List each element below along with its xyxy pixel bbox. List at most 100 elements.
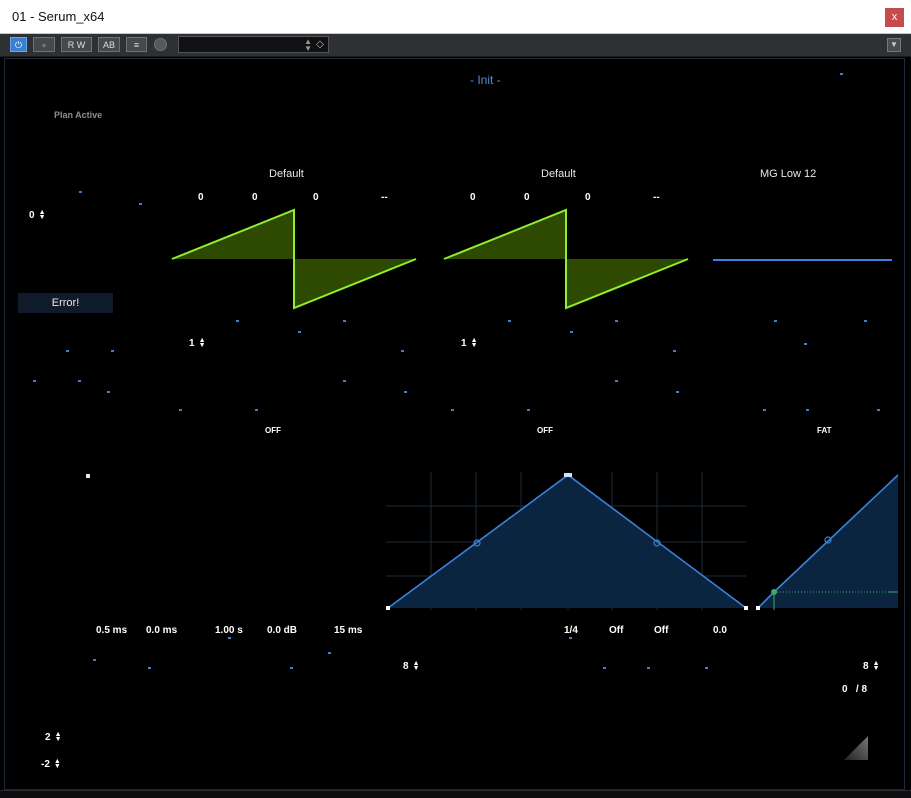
left-spinner-value: 0 xyxy=(29,210,35,221)
spinner-arrows-icon[interactable]: ▲ ▼ xyxy=(413,660,420,672)
close-button[interactable]: x xyxy=(885,8,904,27)
resize-grip-icon[interactable] xyxy=(843,735,869,761)
osc-b-warp-mode[interactable]: OFF xyxy=(537,426,553,435)
env-handle[interactable] xyxy=(86,474,90,478)
knob-indicator[interactable] xyxy=(877,409,880,411)
knob-indicator[interactable] xyxy=(840,73,843,75)
pitch-down-spinner[interactable]: -2 ▲ ▼ xyxy=(41,758,61,770)
osc-b-param-4[interactable]: -- xyxy=(653,192,660,203)
preset-field[interactable]: ▲ ▼ ◇ xyxy=(178,36,329,53)
knob-indicator[interactable] xyxy=(508,320,511,322)
pitch-up-value: 2 xyxy=(45,732,51,743)
knob-indicator[interactable] xyxy=(228,637,231,639)
knob-indicator[interactable] xyxy=(527,409,530,411)
knob-indicator[interactable] xyxy=(255,409,258,411)
host-menu-button[interactable]: ▼ xyxy=(887,38,901,52)
knob-indicator[interactable] xyxy=(774,320,777,322)
lfo-shape-display[interactable] xyxy=(386,472,748,612)
lfo-delay-value[interactable]: Off xyxy=(654,625,668,636)
osc-b-param-1[interactable]: 0 xyxy=(470,192,476,203)
preset-stepper-icon[interactable]: ▲ ▼ xyxy=(304,38,312,53)
env-sustain-value[interactable]: 0.0 dB xyxy=(267,625,297,636)
bypass-button[interactable]: ▫ xyxy=(33,37,55,52)
knob-indicator[interactable] xyxy=(343,380,346,382)
knob-indicator[interactable] xyxy=(705,667,708,669)
osc-b-param-3[interactable]: 0 xyxy=(585,192,591,203)
lfo-right-spinner[interactable]: 8 ▲ ▼ xyxy=(863,660,880,672)
osc-a-param-4[interactable]: -- xyxy=(381,192,388,203)
knob-indicator[interactable] xyxy=(404,391,407,393)
knob-indicator[interactable] xyxy=(33,380,36,382)
spinner-arrows-icon[interactable]: ▲ ▼ xyxy=(471,337,478,349)
lfo-rise-value[interactable]: Off xyxy=(609,625,623,636)
knob-indicator[interactable] xyxy=(615,380,618,382)
settings-button[interactable]: ≡ xyxy=(126,37,147,52)
preset-browse-icon[interactable]: ◇ xyxy=(314,38,326,51)
osc-a-param-3[interactable]: 0 xyxy=(313,192,319,203)
env-attack-value[interactable]: 0.5 ms xyxy=(96,625,127,636)
osc-b-wavetable-name[interactable]: Default xyxy=(541,168,576,180)
knob-indicator[interactable] xyxy=(139,203,142,205)
osc-a-wavetable-name[interactable]: Default xyxy=(269,168,304,180)
lfo-rate-value[interactable]: 1/4 xyxy=(564,625,578,636)
osc-a-octave-spinner[interactable]: 1 ▲ ▼ xyxy=(189,337,206,349)
preset-name[interactable]: - Init - xyxy=(470,73,501,87)
plan-status: Plan Active xyxy=(54,110,103,120)
env-decay-value[interactable]: 1.00 s xyxy=(215,625,243,636)
knob-indicator[interactable] xyxy=(78,380,81,382)
knob-indicator[interactable] xyxy=(615,320,618,322)
knob-indicator[interactable] xyxy=(570,331,573,333)
velocity-curve-display[interactable] xyxy=(756,472,901,612)
osc-b-octave-value: 1 xyxy=(461,338,467,349)
spinner-arrows-icon[interactable]: ▲ ▼ xyxy=(39,209,46,221)
env-hold-value[interactable]: 0.0 ms xyxy=(146,625,177,636)
filter-type-name[interactable]: MG Low 12 xyxy=(760,168,816,180)
left-spinner[interactable]: 0 ▲ ▼ xyxy=(29,209,46,221)
read-write-button[interactable]: R W xyxy=(61,37,92,52)
osc-b-param-2[interactable]: 0 xyxy=(524,192,530,203)
knob-indicator[interactable] xyxy=(673,350,676,352)
knob-indicator[interactable] xyxy=(111,350,114,352)
knob-indicator[interactable] xyxy=(179,409,182,411)
knob-indicator[interactable] xyxy=(328,652,331,654)
filter-response-display[interactable] xyxy=(713,258,893,262)
knob-indicator[interactable] xyxy=(676,391,679,393)
knob-indicator[interactable] xyxy=(451,409,454,411)
knob-indicator[interactable] xyxy=(79,191,82,193)
osc-b-waveform-display[interactable] xyxy=(442,208,690,312)
knob-indicator[interactable] xyxy=(148,667,151,669)
osc-a-param-2[interactable]: 0 xyxy=(252,192,258,203)
knob-indicator[interactable] xyxy=(343,320,346,322)
spinner-arrows-icon[interactable]: ▲ ▼ xyxy=(873,660,880,672)
knob-indicator[interactable] xyxy=(66,350,69,352)
lfo-smooth-value[interactable]: 0.0 xyxy=(713,625,727,636)
osc-b-octave-spinner[interactable]: 1 ▲ ▼ xyxy=(461,337,478,349)
sidechain-button[interactable] xyxy=(154,38,167,51)
knob-indicator[interactable] xyxy=(647,667,650,669)
spinner-arrows-icon[interactable]: ▲ ▼ xyxy=(54,758,61,770)
knob-indicator[interactable] xyxy=(401,350,404,352)
knob-indicator[interactable] xyxy=(290,667,293,669)
lfo-grid-spinner[interactable]: 8 ▲ ▼ xyxy=(403,660,420,672)
knob-indicator[interactable] xyxy=(763,409,766,411)
osc-a-waveform-display[interactable] xyxy=(170,208,418,312)
knob-indicator[interactable] xyxy=(236,320,239,322)
knob-indicator[interactable] xyxy=(569,637,572,639)
osc-a-param-1[interactable]: 0 xyxy=(198,192,204,203)
knob-indicator[interactable] xyxy=(864,320,867,322)
pitch-up-spinner[interactable]: 2 ▲ ▼ xyxy=(45,731,62,743)
filter-mode[interactable]: FAT xyxy=(817,426,832,435)
osc-a-octave-value: 1 xyxy=(189,338,195,349)
spinner-arrows-icon[interactable]: ▲ ▼ xyxy=(199,337,206,349)
power-button[interactable]: ⏻ xyxy=(10,37,27,52)
knob-indicator[interactable] xyxy=(804,343,807,345)
knob-indicator[interactable] xyxy=(93,659,96,661)
knob-indicator[interactable] xyxy=(107,391,110,393)
ab-compare-button[interactable]: AB xyxy=(98,37,120,52)
knob-indicator[interactable] xyxy=(298,331,301,333)
knob-indicator[interactable] xyxy=(806,409,809,411)
knob-indicator[interactable] xyxy=(603,667,606,669)
osc-a-warp-mode[interactable]: OFF xyxy=(265,426,281,435)
spinner-arrows-icon[interactable]: ▲ ▼ xyxy=(55,731,62,743)
env-release-value[interactable]: 15 ms xyxy=(334,625,362,636)
